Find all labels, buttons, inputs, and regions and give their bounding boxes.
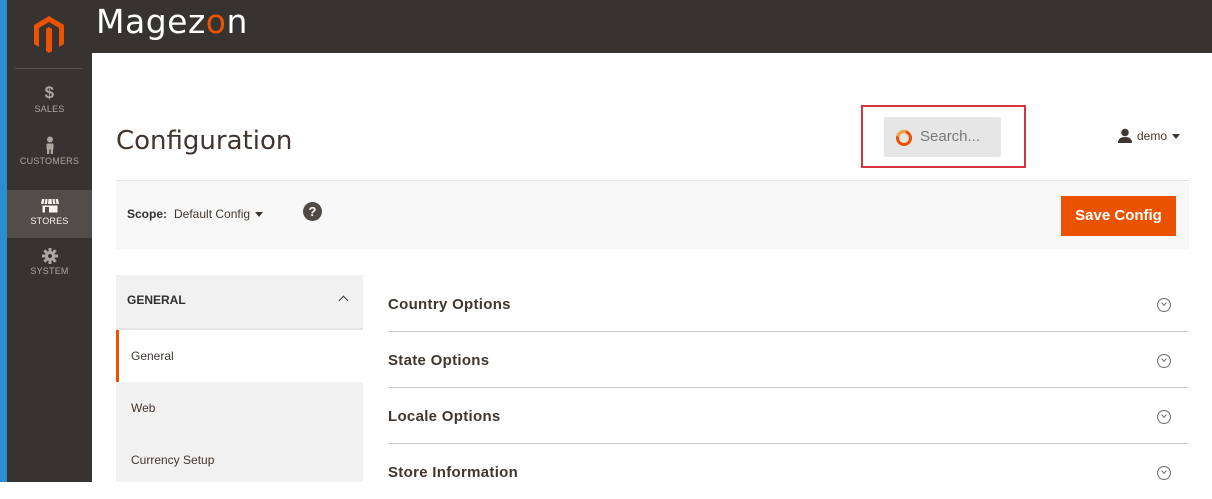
nav-item-stores[interactable]: STORES (7, 190, 92, 238)
scope-bar: Scope: Default Config ? Save Config (116, 180, 1189, 249)
expand-chevron-icon[interactable] (1157, 410, 1171, 424)
user-menu[interactable]: demo (1137, 129, 1181, 143)
section-store-information[interactable]: Store Information (388, 444, 1189, 499)
page-title: Configuration (116, 126, 293, 156)
tab-group-general[interactable]: GENERAL (116, 275, 363, 330)
scope-label: Scope: (127, 207, 168, 221)
chevron-down-icon (1172, 134, 1181, 140)
nav-item-label: CUSTOMERS (19, 156, 80, 166)
nav-item-label: SALES (34, 104, 65, 114)
chevron-up-icon (338, 295, 349, 306)
magento-logo-icon[interactable] (32, 14, 66, 54)
person-icon (46, 136, 53, 154)
chevron-down-icon (255, 212, 264, 218)
section-title: Country Options (388, 296, 511, 313)
gear-icon (41, 248, 58, 264)
expand-chevron-icon[interactable] (1157, 466, 1171, 480)
section-title: State Options (388, 352, 490, 369)
config-tabs: GENERAL General Web Currency Setup (116, 275, 363, 482)
scope-switcher[interactable]: Default Config (174, 207, 264, 221)
brand-logo[interactable]: Magezon (96, 2, 248, 41)
tab-label: Currency Setup (131, 453, 215, 467)
config-sections: Country Options State Options Locale Opt… (388, 276, 1189, 499)
section-title: Locale Options (388, 408, 501, 425)
expand-chevron-icon[interactable] (1157, 354, 1171, 368)
tab-web[interactable]: Web (116, 382, 363, 434)
user-icon[interactable] (1117, 128, 1133, 144)
tab-currency-setup[interactable]: Currency Setup (116, 434, 363, 486)
top-bar: Magezon (92, 0, 1212, 53)
nav-item-system[interactable]: SYSTEM (7, 242, 92, 286)
store-icon (40, 198, 59, 213)
section-state-options[interactable]: State Options (388, 332, 1189, 388)
search-highlight-box (861, 105, 1026, 168)
help-icon[interactable]: ? (303, 202, 322, 221)
tab-label: Web (131, 401, 156, 415)
nav-item-label: STORES (30, 216, 69, 226)
tab-general[interactable]: General (116, 330, 363, 382)
section-country-options[interactable]: Country Options (388, 276, 1189, 332)
scope-value: Default Config (174, 207, 251, 221)
tab-label: General (131, 349, 174, 363)
section-locale-options[interactable]: Locale Options (388, 388, 1189, 444)
save-config-button[interactable]: Save Config (1061, 196, 1176, 236)
user-name: demo (1137, 129, 1168, 143)
logo-divider (15, 68, 83, 69)
brand-text-prefix: Magez (96, 2, 206, 41)
nav-item-customers[interactable]: CUSTOMERS (7, 130, 92, 186)
section-title: Store Information (388, 464, 519, 481)
tab-group-label: GENERAL (127, 293, 186, 307)
brand-text-o: o (205, 2, 227, 41)
nav-item-label: SYSTEM (30, 266, 69, 276)
dollar-icon: $ (44, 83, 55, 102)
expand-chevron-icon[interactable] (1157, 298, 1171, 312)
admin-sidebar: $ SALES CUSTOMERS STORES SYSTEM (7, 0, 92, 482)
nav-item-sales[interactable]: $ SALES (7, 78, 92, 128)
brand-text-suffix: n (226, 2, 248, 41)
